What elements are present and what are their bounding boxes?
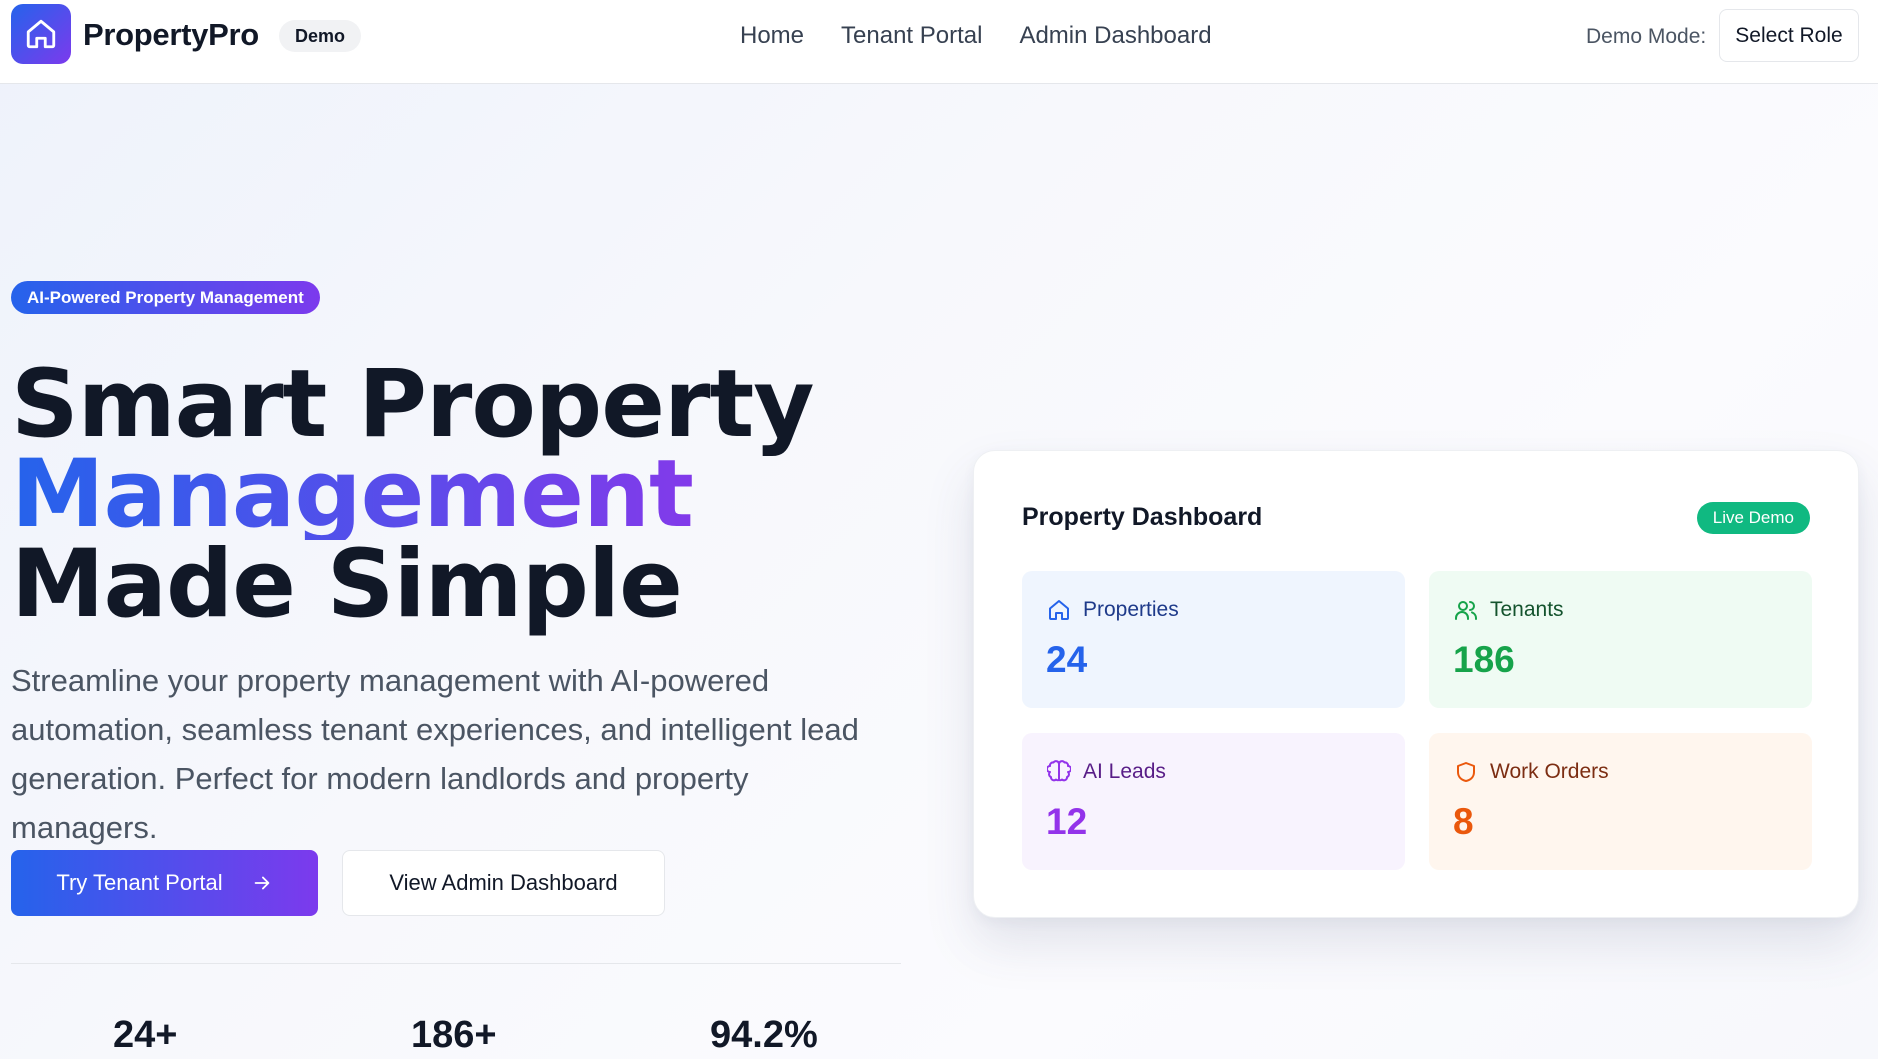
tile-ai-leads[interactable]: AI Leads 12: [1022, 733, 1405, 870]
tile-tenants[interactable]: Tenants 186: [1429, 571, 1812, 708]
tile-properties-header: Properties: [1047, 598, 1179, 622]
tile-ai-leads-value: 12: [1046, 801, 1088, 842]
tile-work-orders-value: 8: [1453, 801, 1474, 842]
tile-ai-leads-header: AI Leads: [1047, 760, 1166, 784]
nav-link-home[interactable]: Home: [740, 22, 804, 50]
brand-name[interactable]: PropertyPro: [83, 17, 259, 53]
hero-title: Smart Property Management Made Simple: [11, 350, 815, 639]
tile-tenants-value: 186: [1453, 639, 1515, 680]
demo-mode-label: Demo Mode:: [1586, 25, 1707, 48]
hero-title-line-3: Made Simple: [11, 530, 683, 639]
hero-title-line-1: Smart Property: [11, 350, 815, 459]
try-tenant-portal-button[interactable]: Try Tenant Portal: [11, 850, 318, 916]
tile-properties-value: 24: [1046, 639, 1088, 680]
hero-subtitle: Streamline your property management with…: [11, 663, 859, 845]
tile-work-orders-header: Work Orders: [1454, 760, 1609, 784]
tile-properties-label: Properties: [1083, 598, 1179, 621]
nav-link-tenant-portal[interactable]: Tenant Portal: [841, 22, 982, 50]
hero-title-line-2: Management: [11, 448, 814, 542]
home-icon: [1049, 600, 1069, 620]
home-icon: [26, 19, 56, 49]
select-role-button[interactable]: Select Role: [1719, 9, 1859, 62]
stat-percentage: 94.2%: [710, 1014, 818, 1056]
try-tenant-portal-label: Try Tenant Portal: [56, 870, 223, 895]
nav-link-admin-dashboard[interactable]: Admin Dashboard: [1019, 22, 1211, 50]
stat-properties: 24+: [113, 1014, 178, 1056]
arrow-right-icon: [254, 876, 269, 890]
logo[interactable]: [11, 4, 71, 64]
live-demo-badge: Live Demo: [1696, 502, 1810, 534]
tile-work-orders-label: Work Orders: [1490, 760, 1609, 783]
view-admin-dashboard-button[interactable]: View Admin Dashboard: [342, 850, 665, 916]
shield-icon: [1457, 762, 1475, 782]
tile-ai-leads-label: AI Leads: [1083, 760, 1166, 783]
nav-links: Home Tenant Portal Admin Dashboard: [740, 22, 1212, 50]
tile-tenants-header: Tenants: [1454, 598, 1564, 622]
stat-tenants: 186+: [411, 1014, 497, 1056]
stats-divider: [11, 963, 901, 964]
demo-badge: Demo: [279, 20, 362, 52]
tile-tenants-label: Tenants: [1490, 598, 1564, 621]
brain-icon: [1047, 760, 1071, 782]
tile-properties[interactable]: Properties 24: [1022, 571, 1405, 708]
top-navbar: PropertyPro Demo Home Tenant Portal Admi…: [0, 0, 1878, 84]
card-title: Property Dashboard: [1022, 503, 1263, 531]
users-icon: [1455, 601, 1477, 620]
property-dashboard-card: Property Dashboard Live Demo Properties …: [973, 450, 1859, 918]
ai-powered-badge: AI-Powered Property Management: [11, 281, 320, 314]
tile-work-orders[interactable]: Work Orders 8: [1429, 733, 1812, 870]
